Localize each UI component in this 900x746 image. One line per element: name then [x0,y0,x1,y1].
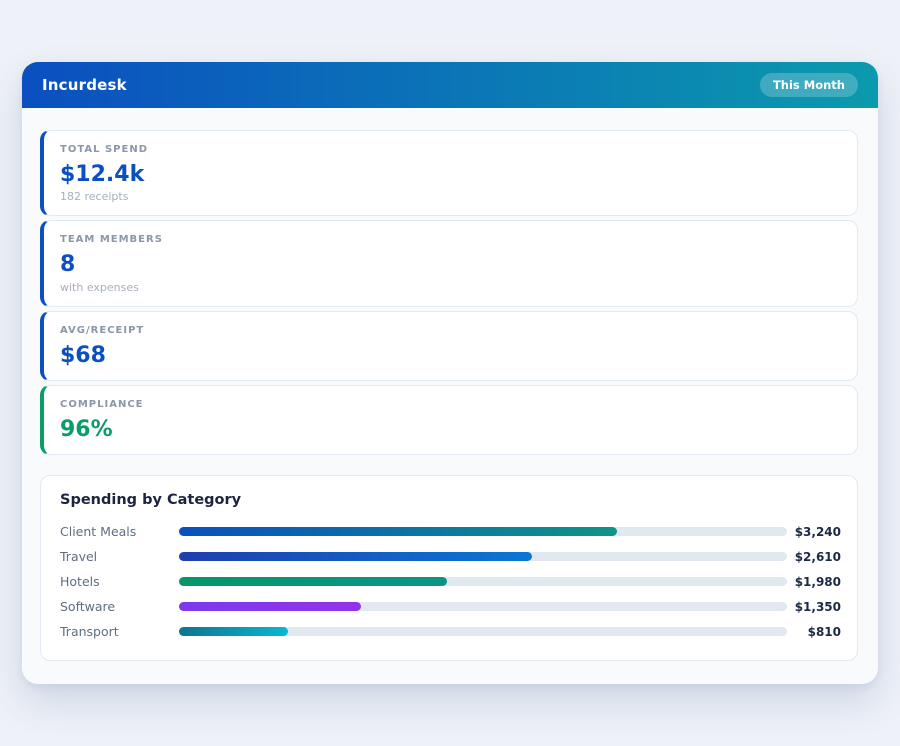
period-badge[interactable]: This Month [759,73,858,97]
stat-card-total-spend: TOTAL SPEND $12.4k 182 receipts [40,130,858,217]
bar-track [179,627,787,637]
stat-card-avg-receipt: AVG/RECEIPT $68 [40,310,858,381]
bar-track [179,602,787,612]
stat-value: 96% [60,416,113,442]
stat-value: $68 [60,342,106,368]
chart-row-transport: Transport $810 [60,619,841,644]
chart-row-software: Software $1,350 [60,594,841,619]
category-value: $1,980 [794,574,841,589]
chart-title: Spending by Category [60,492,242,509]
category-value: $3,240 [794,524,841,539]
category-label: Transport [60,624,119,640]
dashboard-content: TOTAL SPEND $12.4k 182 receipts TEAM MEM… [22,108,878,681]
stat-label: AVG/RECEIPT [60,324,145,336]
bar-fill [179,577,447,587]
stat-value: 8 [60,252,76,278]
stat-value: $12.4k [60,162,145,187]
dashboard-card: Incurdesk This Month TOTAL SPEND $12.4k … [22,62,878,684]
chart-row-hotels: Hotels $1,980 [60,569,841,594]
category-label: Travel [60,549,98,565]
category-value: $2,610 [794,549,841,564]
chart-row-client-meals: Client Meals $3,240 [60,519,841,544]
stat-label: TOTAL SPEND [60,144,148,155]
bar-fill [179,552,532,562]
app-header: Incurdesk This Month [22,62,878,108]
bar-track [179,552,787,562]
category-value: $810 [807,624,841,639]
chart-row-travel: Travel $2,610 [60,544,841,569]
spending-by-category-chart: Spending by Category Client Meals $3,240… [40,475,858,662]
stat-label: TEAM MEMBERS [60,234,163,246]
bar-track [179,527,787,537]
category-label: Software [60,599,116,615]
bar-track [179,577,787,587]
category-label: Client Meals [60,524,137,540]
bar-fill [179,627,289,637]
app-title: Incurdesk [42,76,127,94]
category-label: Hotels [60,574,100,590]
stat-label: COMPLIANCE [60,398,144,410]
category-value: $1,350 [794,599,841,614]
stat-card-team-members: TEAM MEMBERS 8 with expenses [40,220,858,307]
bar-fill [179,602,362,612]
stat-card-compliance: COMPLIANCE 96% [40,384,858,456]
stat-sub: 182 receipts [60,190,129,204]
bar-fill [179,527,617,537]
stat-sub: with expenses [60,280,139,294]
